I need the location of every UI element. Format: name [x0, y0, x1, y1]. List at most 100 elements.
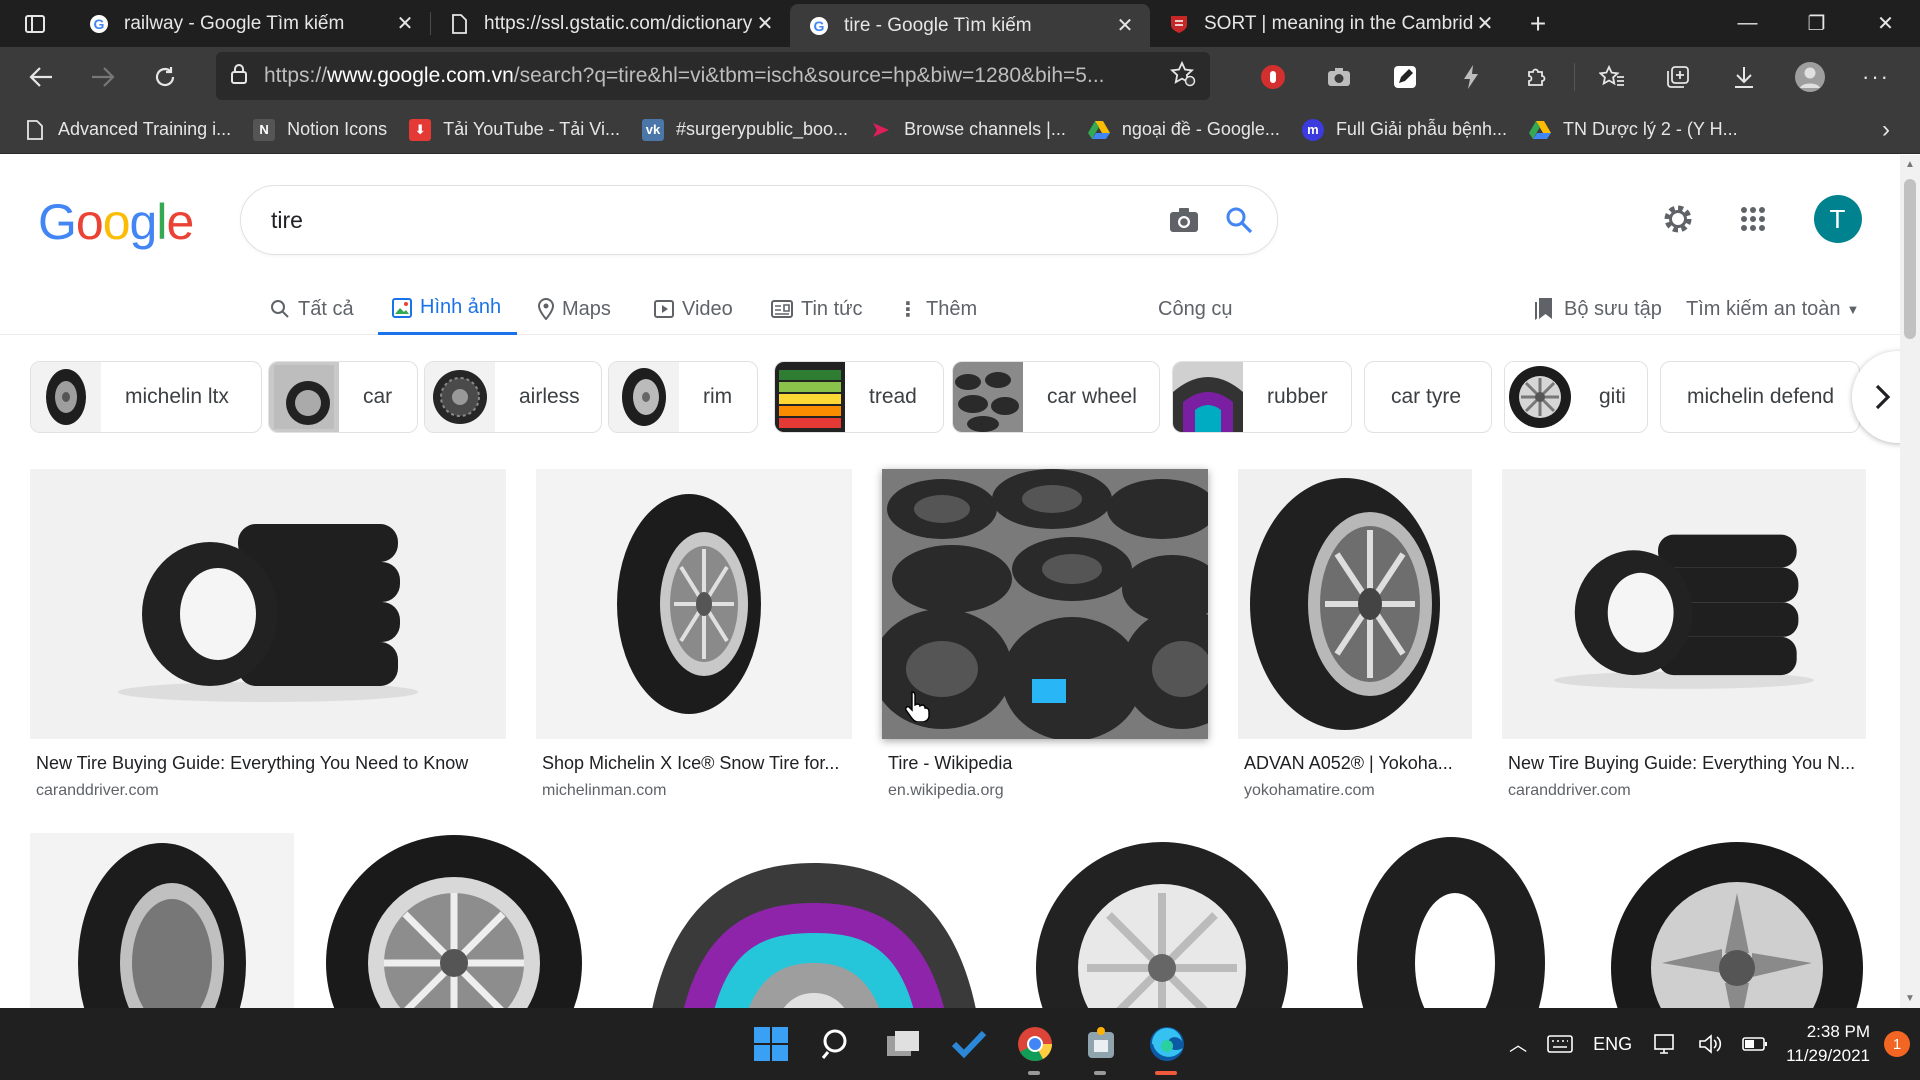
close-window-button[interactable]: ✕ — [1851, 0, 1920, 47]
download-icon[interactable] — [1711, 47, 1777, 106]
camera-extension-icon[interactable] — [1306, 47, 1372, 106]
keyboard-icon[interactable] — [1547, 1035, 1573, 1053]
search-icon[interactable] — [1225, 206, 1253, 234]
result-title[interactable]: Tire - Wikipedia — [882, 753, 1208, 774]
image-result-hovered[interactable]: Tire - Wikipedia en.wikipedia.org — [882, 469, 1208, 800]
scroll-down-icon[interactable]: ▼ — [1905, 993, 1915, 1004]
page-scrollbar[interactable]: ▲ ▼ — [1900, 155, 1920, 1008]
taskbar-clock[interactable]: 2:38 PM 11/29/2021 — [1786, 1020, 1870, 1068]
yokohama-tire-image[interactable] — [1238, 469, 1472, 739]
result-title[interactable]: ADVAN A052® | Yokoha... — [1238, 753, 1472, 774]
url-text[interactable]: https://www.google.com.vn/search?q=tire&… — [264, 64, 1170, 88]
collections-icon[interactable] — [1645, 47, 1711, 106]
result-title[interactable]: New Tire Buying Guide: Everything You Ne… — [30, 753, 506, 774]
result-source[interactable]: caranddriver.com — [1502, 782, 1866, 800]
result-source[interactable]: michelinman.com — [536, 782, 852, 800]
browser-tab[interactable]: G railway - Google Tìm kiếm ✕ — [70, 0, 430, 47]
battery-icon[interactable] — [1742, 1036, 1768, 1052]
restore-button[interactable]: ❐ — [1782, 0, 1851, 47]
tab-all[interactable]: Tất cả — [270, 283, 354, 335]
bookmark-item[interactable]: Browse channels |... — [870, 119, 1066, 141]
settings-more-icon[interactable]: ··· — [1843, 47, 1909, 106]
chip-car[interactable]: car — [268, 361, 418, 433]
close-tab-icon[interactable]: ✕ — [1114, 13, 1136, 38]
browser-tab[interactable]: https://ssl.gstatic.com/dictionary ✕ — [430, 0, 790, 47]
image-result[interactable] — [1608, 833, 1866, 1008]
chip-car-tyre[interactable]: car tyre — [1364, 361, 1492, 433]
notification-badge[interactable]: 1 — [1884, 1031, 1910, 1057]
bookmark-item[interactable]: ngoại đề - Google... — [1087, 119, 1280, 141]
result-title[interactable]: New Tire Buying Guide: Everything You N.… — [1502, 753, 1866, 774]
adblock-extension-icon[interactable] — [1240, 47, 1306, 106]
bookmarks-overflow-chevron-icon[interactable]: › — [1882, 116, 1890, 144]
result-source[interactable]: caranddriver.com — [30, 782, 506, 800]
language-indicator[interactable]: ENG — [1593, 1034, 1632, 1055]
tab-video[interactable]: Video — [654, 283, 733, 335]
google-logo[interactable]: Google — [38, 193, 194, 251]
start-button[interactable] — [738, 1011, 804, 1077]
minimize-button[interactable]: — — [1713, 0, 1782, 47]
safesearch-dropdown[interactable]: Tìm kiếm an toàn ▼ — [1686, 283, 1859, 335]
snow-tire-image[interactable] — [536, 469, 852, 739]
bookmark-item[interactable]: vk #surgerypublic_boo... — [641, 118, 848, 141]
camera-search-icon[interactable] — [1169, 207, 1199, 233]
image-result[interactable] — [1031, 833, 1293, 1008]
image-result[interactable]: Shop Michelin X Ice® Snow Tire for... mi… — [536, 469, 852, 800]
chip-rubber[interactable]: rubber — [1172, 361, 1352, 433]
edge-app-button[interactable] — [1134, 1011, 1200, 1077]
chip-michelin-ltx[interactable]: michelin ltx — [30, 361, 262, 433]
account-avatar[interactable]: T — [1800, 195, 1875, 243]
volume-icon[interactable] — [1698, 1033, 1722, 1055]
tire-pile-image[interactable] — [882, 469, 1208, 739]
settings-gear-icon[interactable] — [1640, 202, 1715, 236]
bookmark-item[interactable]: TN Dược lý 2 - (Y H... — [1529, 119, 1738, 141]
bookmark-item[interactable]: m Full Giải phẫu bệnh... — [1301, 118, 1507, 141]
image-result[interactable] — [323, 833, 585, 1008]
favorite-add-icon[interactable] — [1169, 60, 1196, 92]
reload-button[interactable] — [134, 47, 196, 106]
bookmark-item[interactable]: ⬇ Tải YouTube - Tải Vi... — [409, 118, 620, 141]
image-result[interactable] — [1322, 833, 1579, 1008]
tab-images[interactable]: Hình ảnh — [378, 283, 518, 335]
image-result[interactable] — [30, 833, 294, 1008]
back-button[interactable] — [10, 47, 72, 106]
forward-button[interactable] — [72, 47, 134, 106]
lock-icon[interactable] — [230, 63, 248, 90]
scrollbar-thumb[interactable] — [1904, 179, 1916, 339]
collections-link[interactable]: Bộ sưu tập — [1534, 283, 1662, 335]
result-title[interactable]: Shop Michelin X Ice® Snow Tire for... — [536, 753, 852, 774]
task-view-button[interactable] — [870, 1011, 936, 1077]
result-source[interactable]: en.wikipedia.org — [882, 782, 1208, 800]
result-source[interactable]: yokohamatire.com — [1238, 782, 1472, 800]
edit-extension-icon[interactable] — [1372, 47, 1438, 106]
snip-app-button[interactable] — [1068, 1011, 1134, 1077]
bolt-extension-icon[interactable] — [1438, 47, 1504, 106]
image-result[interactable]: ADVAN A052® | Yokoha... yokohamatire.com — [1238, 469, 1472, 800]
close-tab-icon[interactable]: ✕ — [754, 11, 776, 36]
scroll-up-icon[interactable]: ▲ — [1905, 159, 1915, 170]
chip-giti[interactable]: giti — [1504, 361, 1648, 433]
tire-stack-image[interactable] — [1502, 469, 1866, 739]
tab-more[interactable]: ⋮ Thêm — [898, 283, 977, 335]
close-tab-icon[interactable]: ✕ — [1474, 11, 1496, 36]
taskbar-search-button[interactable] — [804, 1011, 870, 1077]
tab-actions-button[interactable] — [0, 0, 70, 47]
chip-car-wheel[interactable]: car wheel — [952, 361, 1160, 433]
todo-app-button[interactable] — [936, 1011, 1002, 1077]
image-result[interactable] — [614, 833, 1002, 1008]
bookmark-item[interactable]: Advanced Training i... — [24, 119, 231, 141]
search-input[interactable]: tire — [271, 207, 1143, 234]
browser-tab[interactable]: SORT | meaning in the Cambridge ✕ — [1150, 0, 1510, 47]
apps-grid-icon[interactable] — [1715, 206, 1790, 232]
new-tab-button[interactable]: + — [1510, 0, 1566, 47]
chip-michelin-defend[interactable]: michelin defend — [1660, 361, 1860, 433]
bookmark-item[interactable]: N Notion Icons — [253, 118, 387, 141]
profile-icon[interactable] — [1777, 47, 1843, 106]
chrome-app-button[interactable] — [1002, 1011, 1068, 1077]
image-result[interactable]: New Tire Buying Guide: Everything You N.… — [1502, 469, 1866, 800]
close-tab-icon[interactable]: ✕ — [394, 11, 416, 36]
image-result[interactable]: New Tire Buying Guide: Everything You Ne… — [30, 469, 506, 800]
tools-button[interactable]: Công cụ — [1158, 283, 1233, 335]
chip-airless[interactable]: airless — [424, 361, 602, 433]
address-bar[interactable]: https://www.google.com.vn/search?q=tire&… — [216, 52, 1210, 100]
